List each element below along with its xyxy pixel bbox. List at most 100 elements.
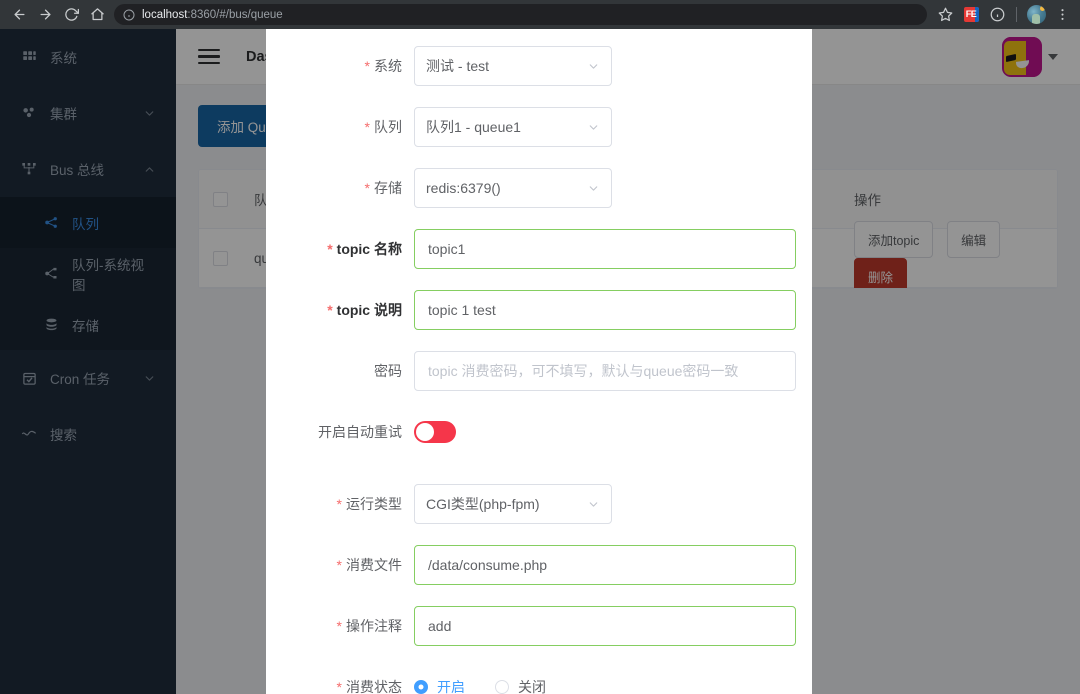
system-select[interactable]: 测试 - test: [414, 46, 612, 86]
field-queue: * 队列 队列1 - queue1: [266, 107, 790, 147]
reload-button[interactable]: [58, 2, 84, 28]
label-text: 存储: [374, 180, 402, 196]
input-value: /data/consume.php: [428, 557, 548, 573]
label-text: 消费状态: [346, 679, 402, 694]
toolbar-icons: FE: [933, 3, 1074, 27]
extension-info-button[interactable]: [985, 3, 1009, 27]
chevron-down-icon: [587, 121, 600, 134]
field-auto-retry: 开启自动重试: [266, 412, 790, 452]
topic-description-input[interactable]: topic 1 test: [414, 290, 796, 330]
consume-status-radio-group: 开启 关闭: [414, 677, 790, 694]
toolbar-divider: [1016, 7, 1017, 22]
field-label: 开启自动重试: [266, 412, 414, 452]
app-viewport: 系统 集群 Bus 总线 队列 队列-系统视图 存储 Cron 任务 搜索 添加…: [0, 29, 1080, 694]
radio-dot: [414, 680, 428, 694]
field-password: 密码 topic 消费密码，可不填写，默认与queue密码一致: [266, 351, 796, 391]
url-path: :8360/#/bus/queue: [187, 8, 283, 21]
radio-dot: [495, 680, 509, 694]
field-label: * 存储: [266, 168, 414, 208]
select-value: CGI类型(php-fpm): [426, 496, 540, 512]
select-value: 队列1 - queue1: [426, 119, 521, 135]
field-topic-name: * topic 名称 topic1: [266, 229, 796, 269]
radio-label: 关闭: [518, 679, 546, 694]
chevron-down-icon: [587, 498, 600, 511]
label-text: topic 名称: [336, 241, 402, 257]
required-asterisk: *: [336, 496, 342, 512]
queue-select[interactable]: 队列1 - queue1: [414, 107, 612, 147]
forward-arrow-icon: [40, 9, 50, 20]
input-value: add: [428, 618, 452, 634]
extension-fe-button[interactable]: FE: [959, 3, 983, 27]
home-button[interactable]: [84, 2, 110, 28]
field-consume-status: * 消费状态 开启 关闭: [266, 667, 790, 694]
field-label: * topic 名称: [266, 229, 414, 269]
field-operation-comment: * 操作注释 add: [266, 606, 796, 646]
radio-option-enabled[interactable]: 开启: [414, 677, 465, 694]
site-info-icon[interactable]: [123, 9, 135, 21]
input-placeholder: topic 消费密码，可不填写，默认与queue密码一致: [428, 363, 739, 379]
field-topic-description: * topic 说明 topic 1 test: [266, 290, 796, 330]
browser-profile-button[interactable]: [1024, 3, 1048, 27]
operation-comment-input[interactable]: add: [414, 606, 796, 646]
back-arrow-icon: [14, 9, 24, 20]
field-label: * 系统: [266, 46, 414, 86]
select-value: 测试 - test: [426, 58, 490, 74]
label-text: 操作注释: [346, 618, 402, 634]
profile-photo-icon: [1026, 5, 1046, 24]
password-input[interactable]: topic 消费密码，可不填写，默认与queue密码一致: [414, 351, 796, 391]
auto-retry-toggle[interactable]: [414, 421, 456, 443]
required-asterisk: *: [327, 241, 333, 257]
label-text: 系统: [374, 58, 402, 74]
label-text: 消费文件: [346, 557, 402, 573]
label-text: 密码: [374, 363, 402, 379]
required-asterisk: *: [364, 180, 370, 196]
radio-label: 开启: [437, 679, 465, 694]
extension-label: FE: [965, 9, 977, 19]
address-bar-text: localhost:8360/#/bus/queue: [142, 9, 283, 21]
run-type-select[interactable]: CGI类型(php-fpm): [414, 484, 612, 524]
fe-extension-icon: FE: [963, 7, 979, 22]
add-topic-dialog: * 系统 测试 - test * 队列 队列1 - queue1 * 存储 re…: [266, 29, 812, 694]
home-icon: [90, 8, 104, 21]
toggle-knob: [416, 423, 434, 441]
reload-icon: [64, 8, 79, 21]
info-circle-icon: [990, 7, 1004, 22]
back-button[interactable]: [6, 2, 32, 28]
label-text: 运行类型: [346, 496, 402, 512]
required-asterisk: *: [336, 618, 342, 634]
field-system: * 系统 测试 - test: [266, 46, 790, 86]
field-label: * topic 说明: [266, 290, 414, 330]
field-run-type: * 运行类型 CGI类型(php-fpm): [266, 484, 790, 524]
forward-button[interactable]: [32, 2, 58, 28]
field-storage: * 存储 redis:6379(): [266, 168, 790, 208]
field-label: * 队列: [266, 107, 414, 147]
browser-menu-button[interactable]: [1050, 3, 1074, 27]
url-host: localhost: [142, 8, 188, 21]
topic-name-input[interactable]: topic1: [414, 229, 796, 269]
dialog-form: * 系统 测试 - test * 队列 队列1 - queue1 * 存储 re…: [266, 29, 812, 694]
select-value: redis:6379(): [426, 180, 501, 196]
field-label: * 消费文件: [266, 545, 414, 585]
browser-toolbar: localhost:8360/#/bus/queue FE: [0, 0, 1080, 29]
star-icon: [938, 7, 952, 22]
three-dot-menu-icon: [1060, 9, 1064, 20]
field-label: * 操作注释: [266, 606, 414, 646]
label-text: 开启自动重试: [318, 424, 402, 440]
field-label: * 消费状态: [266, 667, 414, 694]
input-value: topic 1 test: [428, 302, 496, 318]
required-asterisk: *: [336, 557, 342, 573]
field-consume-file: * 消费文件 /data/consume.php: [266, 545, 796, 585]
label-text: topic 说明: [336, 302, 402, 318]
required-asterisk: *: [336, 679, 342, 694]
address-bar[interactable]: localhost:8360/#/bus/queue: [114, 4, 927, 25]
chevron-down-icon: [587, 60, 600, 73]
bookmark-button[interactable]: [933, 3, 957, 27]
field-label: 密码: [266, 351, 414, 391]
required-asterisk: *: [364, 58, 370, 74]
consume-file-input[interactable]: /data/consume.php: [414, 545, 796, 585]
storage-select[interactable]: redis:6379(): [414, 168, 612, 208]
chevron-down-icon: [587, 182, 600, 195]
radio-option-disabled[interactable]: 关闭: [495, 677, 546, 694]
input-value: topic1: [428, 241, 466, 257]
required-asterisk: *: [364, 119, 370, 135]
